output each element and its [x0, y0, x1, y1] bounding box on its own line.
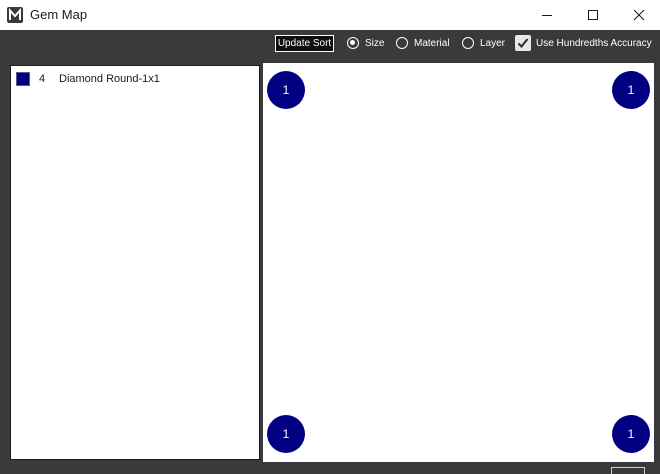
checkmark-icon — [517, 38, 529, 48]
gem-marker[interactable]: 1 — [612, 415, 650, 453]
gem-map-window: Gem Map Update Sort Size Material Layer — [0, 0, 660, 474]
gem-count: 4 — [39, 73, 46, 85]
hundredths-accuracy-checkbox[interactable] — [515, 35, 531, 51]
list-item[interactable]: 4 Diamond Round-1x1 — [16, 70, 251, 86]
gem-marker[interactable]: 1 — [267, 415, 305, 453]
gem-name: Diamond Round-1x1 — [59, 73, 160, 85]
gem-marker[interactable]: 1 — [612, 71, 650, 109]
gem-color-swatch — [16, 72, 30, 86]
title-bar: Gem Map — [0, 0, 660, 30]
close-icon — [633, 9, 645, 21]
gem-marker[interactable]: 1 — [267, 71, 305, 109]
maximize-icon — [588, 10, 598, 20]
gem-list-panel: 4 Diamond Round-1x1 — [10, 65, 260, 460]
maximize-button[interactable] — [570, 0, 616, 30]
m-logo-icon — [7, 7, 23, 23]
window-title: Gem Map — [30, 7, 88, 22]
status-corner-box — [611, 467, 645, 474]
sort-material-label[interactable]: Material — [414, 38, 450, 49]
hundredths-accuracy-label[interactable]: Use Hundredths Accuracy — [536, 38, 652, 49]
gem-map-canvas[interactable]: 1 1 1 1 — [263, 63, 654, 462]
sort-layer-label[interactable]: Layer — [480, 38, 505, 49]
close-button[interactable] — [616, 0, 660, 30]
sort-material-radio[interactable] — [396, 37, 408, 49]
sort-layer-radio[interactable] — [462, 37, 474, 49]
sort-size-label[interactable]: Size — [365, 38, 384, 49]
minimize-icon — [542, 15, 552, 16]
update-sort-button[interactable]: Update Sort — [275, 35, 334, 52]
sort-size-radio[interactable] — [347, 37, 359, 49]
toolbar: Update Sort Size Material Layer Use Hund… — [0, 30, 660, 58]
minimize-button[interactable] — [524, 0, 570, 30]
main-content: 4 Diamond Round-1x1 1 1 1 1 — [0, 58, 660, 474]
